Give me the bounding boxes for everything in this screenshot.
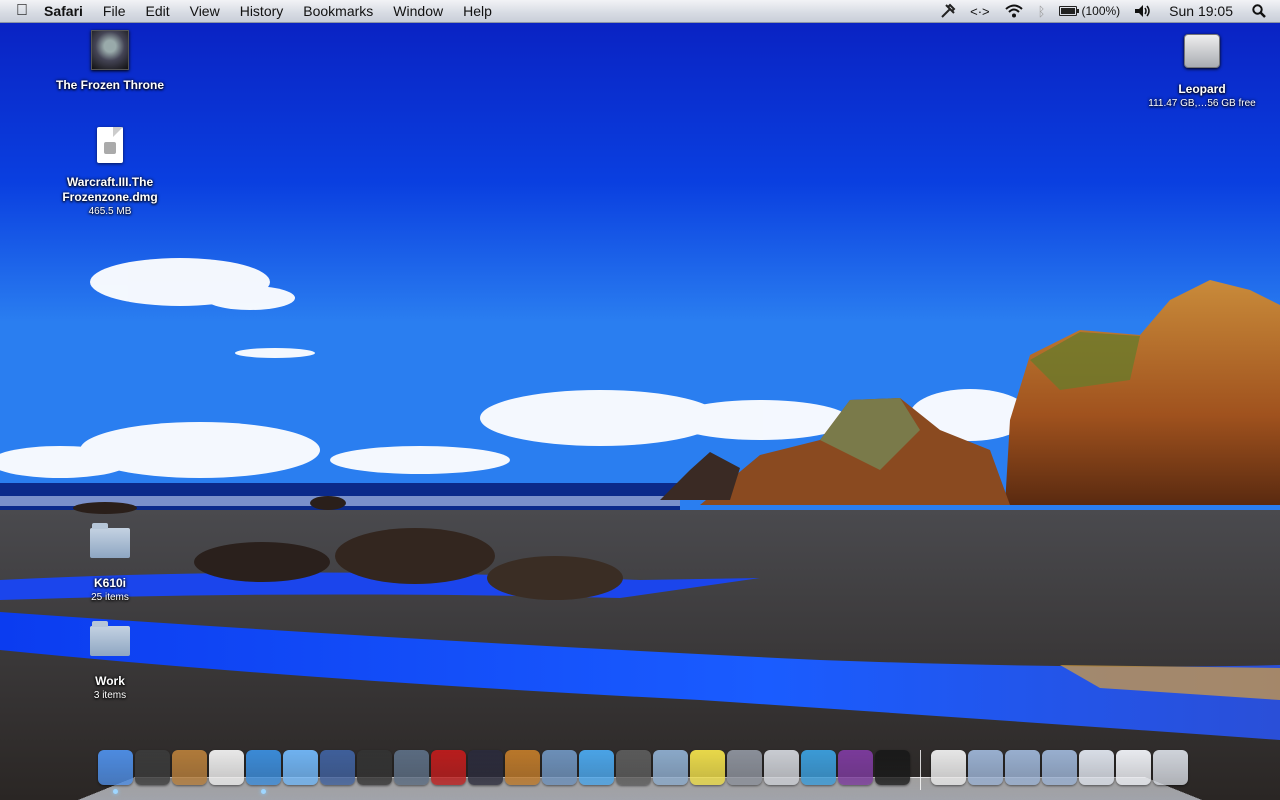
desktop-wallpaper <box>0 0 1280 800</box>
volume-icon[interactable] <box>1127 4 1159 18</box>
folder-icon <box>88 523 132 572</box>
desktop-icon-label-line1: Warcraft.III.The <box>66 175 154 189</box>
desktop-icon-work-folder[interactable]: Work 3 items <box>40 618 180 703</box>
ical-icon[interactable] <box>209 750 244 785</box>
menu-app-safari[interactable]: Safari <box>44 3 93 19</box>
applications-folder-icon[interactable] <box>968 750 1003 785</box>
text-edit-icon[interactable] <box>764 750 799 785</box>
desktop-icon-label-line2: Frozenzone.dmg <box>62 190 158 204</box>
running-indicator <box>113 789 118 794</box>
menubar-clock[interactable]: Sun 19:05 <box>1159 3 1245 19</box>
desktop-icon-warcraft-dmg[interactable]: Warcraft.III.The Frozenzone.dmg 465.5 MB <box>40 127 180 219</box>
dashboard-icon[interactable] <box>135 750 170 785</box>
photo-album-icon[interactable] <box>431 750 466 785</box>
drive-stack-icon[interactable] <box>1116 750 1151 785</box>
folder-icon <box>88 621 132 670</box>
spotlight-icon[interactable] <box>1245 4 1280 18</box>
menu-edit[interactable]: Edit <box>135 3 179 19</box>
desktop-icon-info: 3 items <box>93 690 127 701</box>
warcraft-app-icon <box>88 30 132 74</box>
itunes-icon[interactable] <box>579 750 614 785</box>
desktop-icon-label: Leopard <box>1178 82 1226 96</box>
spaces-icon[interactable] <box>394 750 429 785</box>
stickies-icon[interactable] <box>690 750 725 785</box>
dock-items <box>98 750 1188 794</box>
apple-icon[interactable]:  <box>0 2 44 20</box>
desktop-icon-label: K610i <box>93 576 127 590</box>
desktop-icon-k610i-folder[interactable]: K610i 25 items <box>40 520 180 605</box>
imovie-icon[interactable] <box>616 750 651 785</box>
wifi-icon[interactable] <box>997 4 1031 18</box>
trash-icon[interactable] <box>1153 750 1188 785</box>
desktop-icon-label: The Frozen Throne <box>56 78 164 92</box>
menu-view[interactable]: View <box>180 3 230 19</box>
network-icon[interactable] <box>1079 750 1114 785</box>
battery-icon[interactable]: (100%) <box>1052 4 1127 18</box>
desktop-icon-info: 111.47 GB,…56 GB free <box>1148 98 1256 109</box>
iphoto-icon[interactable] <box>542 750 577 785</box>
desktop-icon-info: 25 items <box>91 592 129 603</box>
activity-monitor-icon[interactable] <box>875 750 910 785</box>
desktop-icon-label: Work <box>95 674 125 688</box>
battery-percent: (100%) <box>1081 4 1121 18</box>
desktop-icon-frozen-throne[interactable]: The Frozen Throne <box>40 30 180 93</box>
script-menu-icon[interactable]: <·> <box>963 4 997 19</box>
home-folder-icon[interactable] <box>931 750 966 785</box>
desktop-icon-leopard-drive[interactable]: Leopard 111.47 GB,…56 GB free <box>1132 28 1272 111</box>
mail-icon[interactable] <box>320 750 355 785</box>
hard-drive-icon <box>1180 34 1224 78</box>
safari-icon[interactable] <box>246 750 281 794</box>
menu-help[interactable]: Help <box>453 3 502 19</box>
address-book-icon[interactable] <box>172 750 207 785</box>
menu-window[interactable]: Window <box>383 3 453 19</box>
bluetooth-icon[interactable]: ᛒ <box>1031 4 1053 19</box>
menu-file[interactable]: File <box>93 3 136 19</box>
ichat-icon[interactable] <box>283 750 318 785</box>
finder-icon[interactable] <box>98 750 133 794</box>
photo-booth-icon[interactable] <box>357 750 392 785</box>
dock <box>78 748 1202 800</box>
desktop-icon-info: 465.5 MB <box>88 206 132 217</box>
menu-bar:  Safari File Edit View History Bookmark… <box>0 0 1280 23</box>
system-preferences-icon[interactable] <box>727 750 762 785</box>
downloads-folder-icon[interactable] <box>1005 750 1040 785</box>
messenger-icon[interactable] <box>801 750 836 785</box>
x11-icon[interactable] <box>468 750 503 785</box>
tools-icon[interactable] <box>933 3 963 19</box>
menu-bookmarks[interactable]: Bookmarks <box>293 3 383 19</box>
adium-icon[interactable] <box>838 750 873 785</box>
preview-icon[interactable] <box>653 750 688 785</box>
documents-folder-icon[interactable] <box>1042 750 1077 785</box>
garageband-icon[interactable] <box>505 750 540 785</box>
running-indicator <box>261 789 266 794</box>
dock-separator <box>920 750 921 790</box>
menu-history[interactable]: History <box>230 3 294 19</box>
disk-image-icon <box>88 127 132 171</box>
